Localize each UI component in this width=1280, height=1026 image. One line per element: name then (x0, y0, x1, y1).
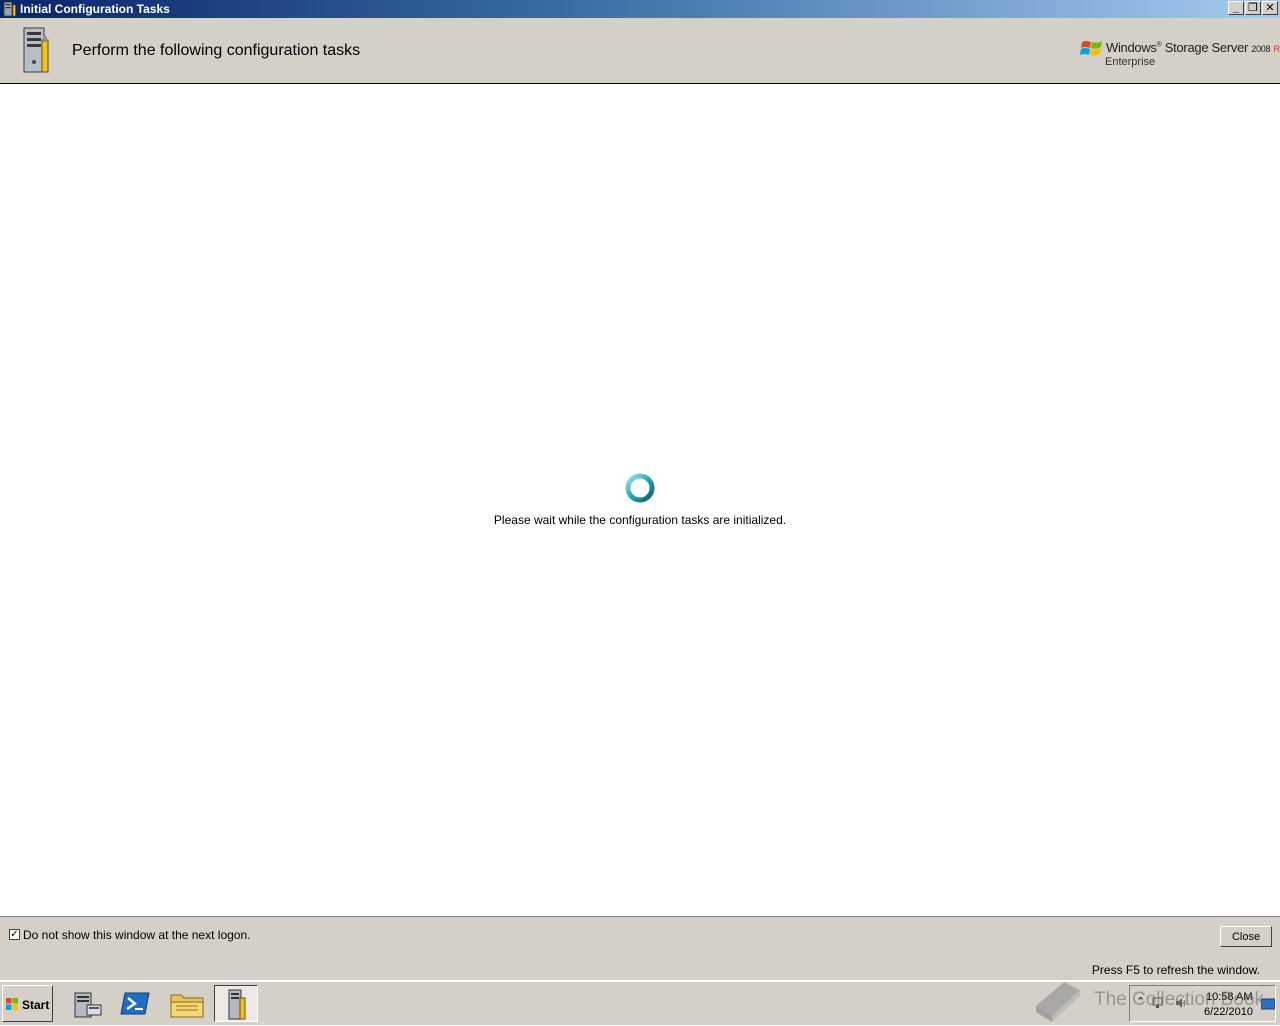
powershell-icon (120, 992, 150, 1015)
taskbar-explorer[interactable] (165, 985, 209, 1022)
start-button[interactable]: Start (2, 985, 53, 1022)
page-title: Perform the following configuration task… (72, 42, 361, 59)
windows-flag-icon (6, 998, 18, 1010)
brand-name: Windows® Storage Server 2008 R2 (1106, 40, 1280, 55)
do-not-show-label[interactable]: Do not show this window at the next logo… (23, 928, 250, 942)
page-header: Perform the following configuration task… (0, 18, 1280, 84)
footer-bar: ✓ Do not show this window at the next lo… (0, 916, 1280, 956)
watermark-text: The Collection Book (1094, 989, 1265, 1010)
restore-button[interactable]: ❐ (1245, 1, 1261, 15)
config-tasks-icon (228, 989, 246, 1020)
server-tasks-icon (23, 27, 49, 73)
windows-storage-server-logo: Windows® Storage Server 2008 R2 Enterpri… (1080, 36, 1280, 84)
book-icon (1036, 982, 1080, 1022)
do-not-show-checkbox[interactable]: ✓ (9, 929, 20, 940)
loading-message: Please wait while the configuration task… (493, 513, 787, 527)
taskbar-initial-configuration[interactable] (214, 985, 258, 1022)
window-title: Initial Configuration Tasks (20, 2, 170, 16)
server-manager-icon (74, 992, 102, 1018)
watermark: The Collection Book (1028, 974, 1278, 1024)
window-close-button[interactable]: ✕ (1262, 1, 1278, 15)
window-titlebar[interactable]: Initial Configuration Tasks _ ❐ ✕ (0, 0, 1280, 18)
explorer-icon (170, 994, 204, 1018)
close-button[interactable]: Close (1220, 926, 1272, 947)
windows-flag-icon (1080, 41, 1102, 56)
brand-edition: Enterprise (1105, 56, 1156, 68)
minimize-button[interactable]: _ (1228, 1, 1244, 15)
loading-spinner-icon (625, 473, 655, 503)
config-tasks-icon (3, 1, 16, 17)
taskbar-powershell[interactable] (115, 985, 159, 1022)
start-label: Start (22, 998, 50, 1012)
taskbar-server-manager[interactable] (65, 985, 109, 1022)
